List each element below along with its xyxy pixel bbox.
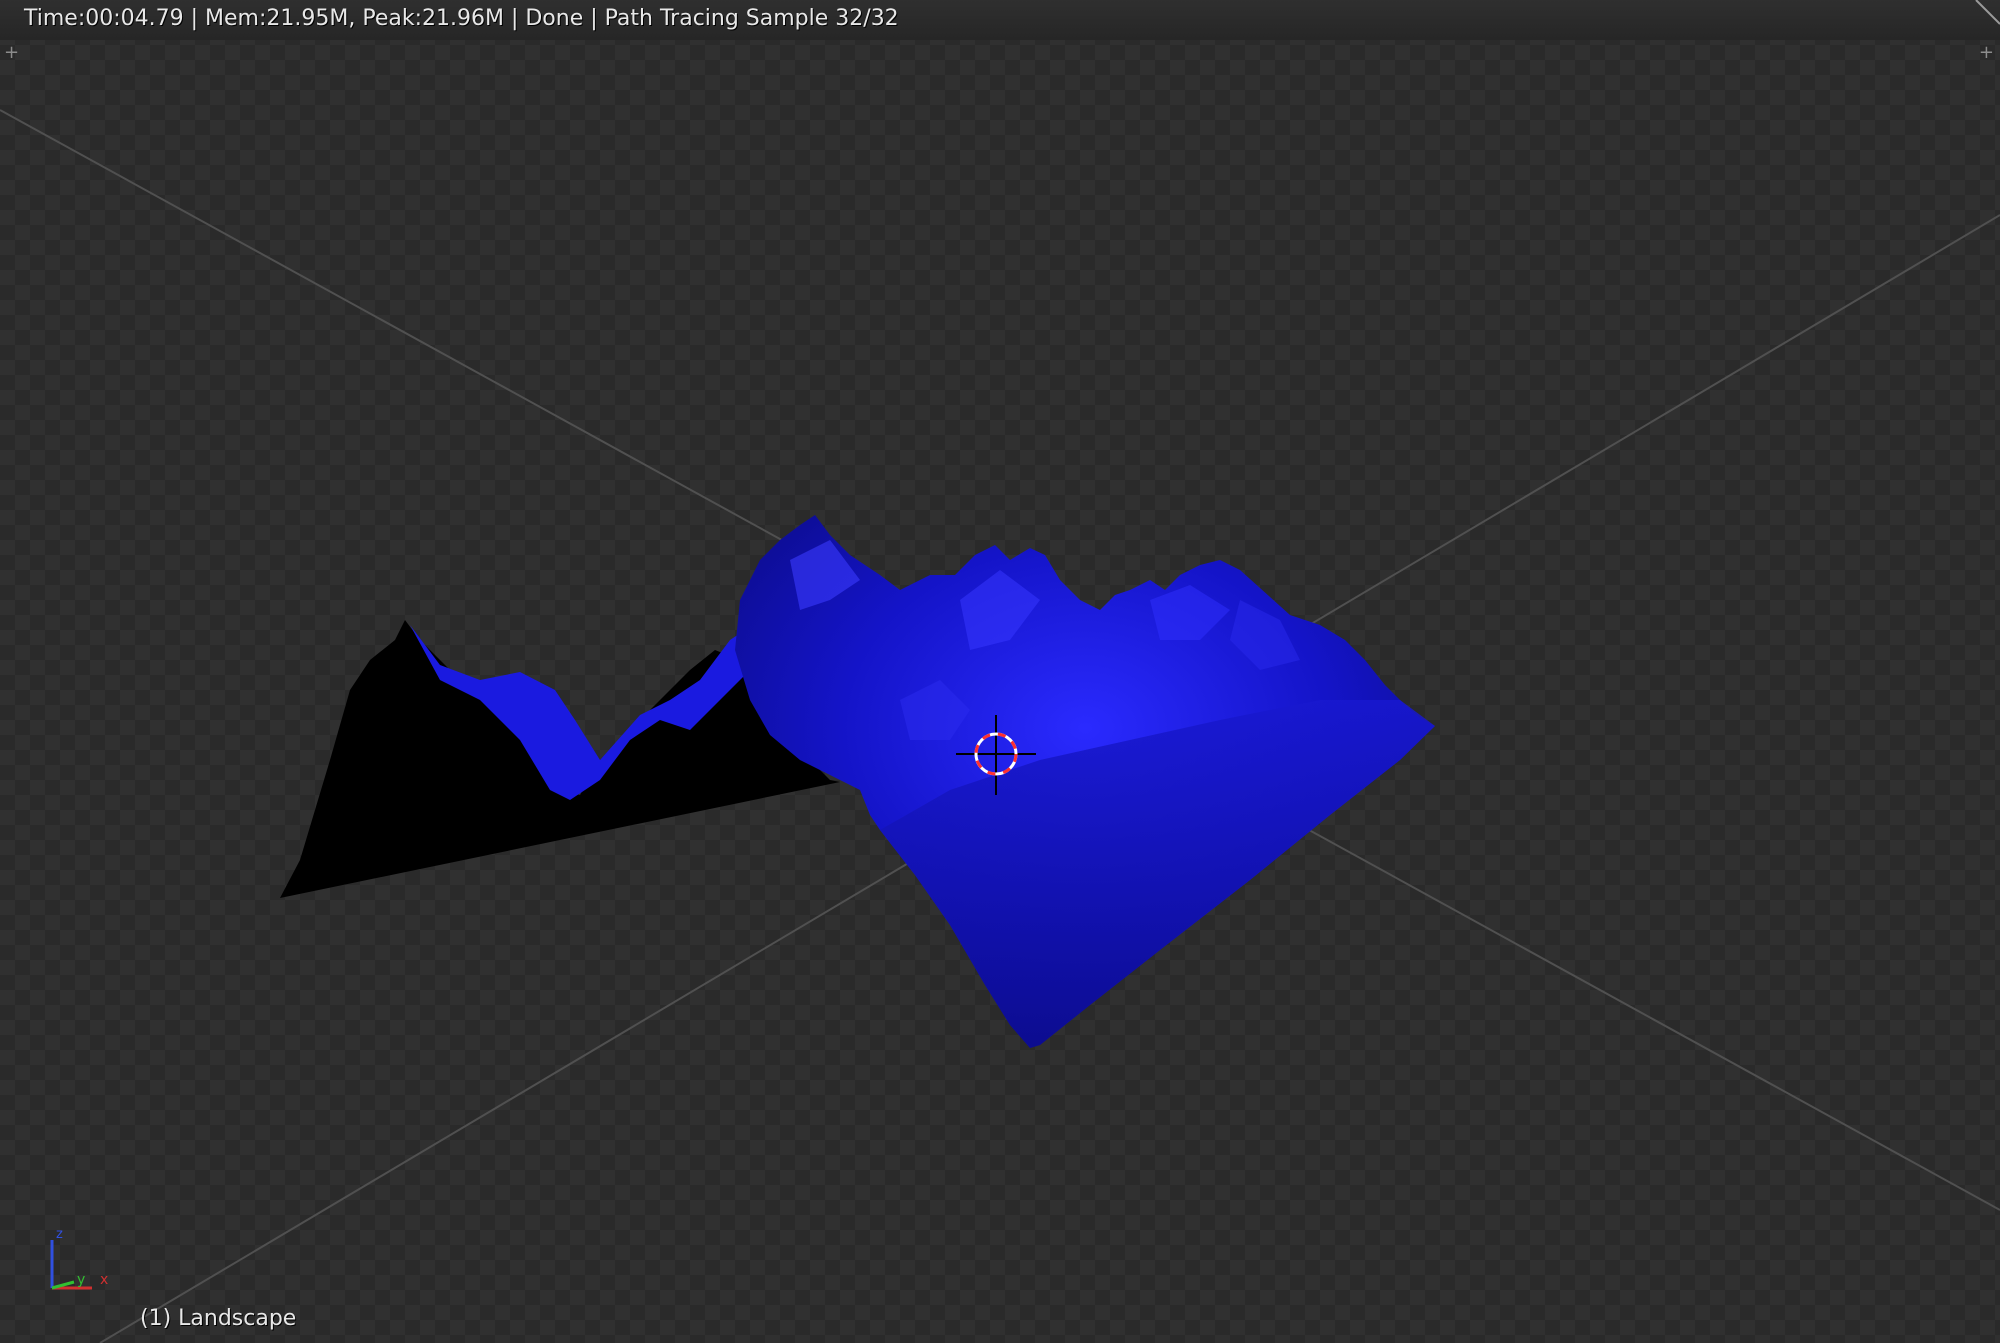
axis-label-z: z — [56, 1227, 63, 1242]
axis-label-y: y — [77, 1272, 85, 1288]
active-object-label: (1) Landscape — [140, 1306, 297, 1331]
3d-viewport[interactable]: Time:00:04.79 | Mem:21.95M, Peak:21.96M … — [0, 0, 2000, 1343]
axis-label-x: x — [100, 1272, 108, 1288]
rendered-scene — [0, 109, 2000, 1343]
axis-orientation-gizmo: z y x — [50, 1227, 108, 1290]
